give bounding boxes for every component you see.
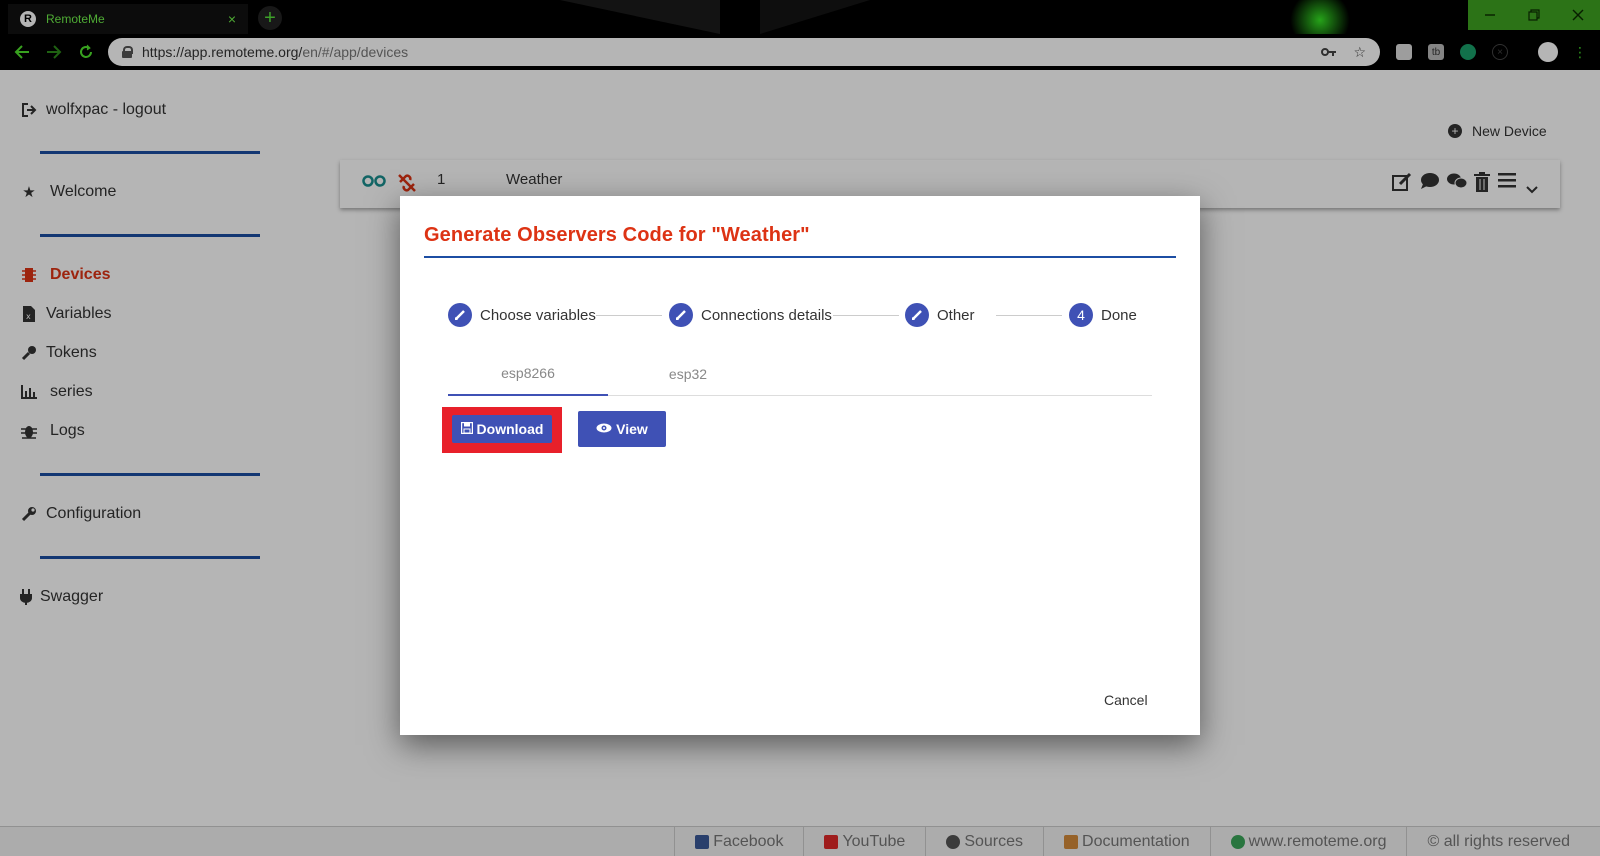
dialog-title-underline — [424, 256, 1176, 258]
tab-esp8266[interactable]: esp8266 — [448, 352, 608, 396]
step-connections-details[interactable]: Connections details — [669, 303, 832, 327]
step-label: Done — [1101, 306, 1137, 324]
generate-code-dialog: Generate Observers Code for "Weather" Ch… — [400, 196, 1200, 735]
pencil-icon — [448, 303, 472, 327]
eye-icon — [596, 422, 612, 436]
step-choose-variables[interactable]: Choose variables — [448, 303, 596, 327]
step-done[interactable]: 4 Done — [1069, 303, 1137, 327]
view-label: View — [616, 421, 648, 437]
view-button[interactable]: View — [578, 411, 666, 447]
download-button[interactable]: Download — [452, 415, 552, 443]
cancel-button[interactable]: Cancel — [1104, 692, 1148, 708]
step-connector — [996, 315, 1062, 316]
tab-esp32[interactable]: esp32 — [608, 352, 768, 396]
step-connector — [833, 315, 899, 316]
floppy-disk-icon — [460, 421, 473, 437]
download-label: Download — [476, 421, 544, 437]
step-number: 4 — [1069, 303, 1093, 327]
step-connector — [596, 315, 662, 316]
step-other[interactable]: Other — [905, 303, 975, 327]
step-label: Other — [937, 306, 975, 324]
step-label: Connections details — [701, 306, 832, 324]
dialog-title: Generate Observers Code for "Weather" — [424, 224, 810, 246]
pencil-icon — [905, 303, 929, 327]
step-label: Choose variables — [480, 306, 596, 324]
board-tabs: esp8266 esp32 — [448, 352, 1152, 396]
pencil-icon — [669, 303, 693, 327]
